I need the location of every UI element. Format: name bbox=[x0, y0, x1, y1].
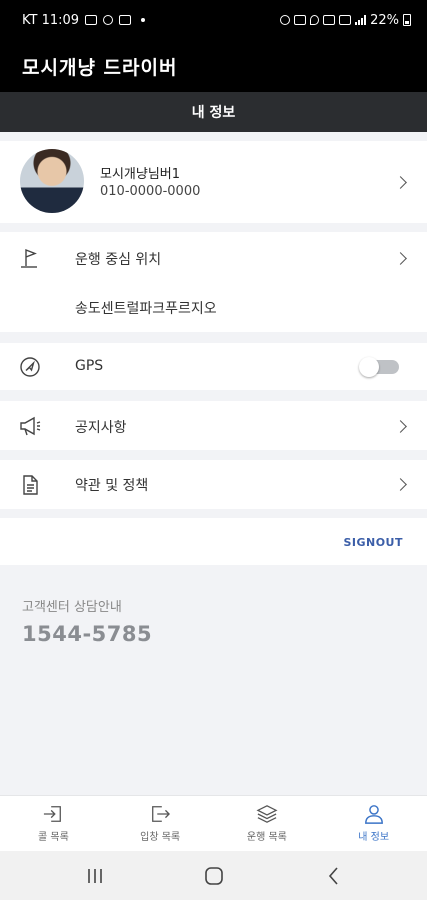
chevron-right-icon bbox=[394, 176, 407, 189]
notice-menu-item[interactable]: 공지사항 bbox=[0, 401, 427, 450]
signal-icon bbox=[355, 15, 367, 25]
system-nav-bar bbox=[0, 851, 427, 900]
user-icon bbox=[364, 805, 383, 824]
layers-icon bbox=[256, 805, 278, 823]
volte-icon bbox=[323, 15, 336, 25]
wifi-icon bbox=[339, 15, 352, 25]
chevron-right-icon bbox=[394, 478, 407, 491]
terms-menu-item[interactable]: 약관 및 정책 bbox=[0, 460, 427, 509]
page-title: 내 정보 bbox=[0, 92, 427, 132]
profile-phone: 010-0000-0000 bbox=[100, 184, 201, 199]
chevron-right-icon bbox=[394, 252, 407, 265]
location-icon bbox=[310, 15, 320, 25]
toggle-knob bbox=[359, 357, 379, 377]
customer-center-label: 고객센터 상담안내 bbox=[22, 600, 122, 615]
tab-drive-list[interactable]: 운행 목록 bbox=[214, 796, 321, 852]
message-icon bbox=[119, 15, 132, 25]
terms-label: 약관 및 정책 bbox=[75, 478, 149, 494]
tab-my-info[interactable]: 내 정보 bbox=[320, 796, 427, 852]
battery-percent: 22% bbox=[370, 12, 399, 28]
tab-call-list[interactable]: 콜 목록 bbox=[0, 796, 107, 852]
navigation-icon bbox=[20, 357, 40, 377]
signout-area: SIGNOUT bbox=[0, 518, 427, 565]
bottom-tab-bar: 콜 목록 입창 목록 운행 목록 내 정보 bbox=[0, 795, 427, 852]
chevron-right-icon bbox=[394, 420, 407, 433]
flag-icon bbox=[21, 248, 37, 268]
back-icon[interactable] bbox=[314, 863, 354, 889]
gps-label: GPS bbox=[75, 358, 104, 374]
recent-apps-icon[interactable] bbox=[75, 863, 115, 889]
status-bar: KT 11:09 22% bbox=[0, 0, 427, 40]
gps-card: GPS bbox=[0, 343, 427, 390]
profile-card[interactable]: 모시개냥님버1 010-0000-0000 bbox=[0, 141, 427, 223]
carrier-time: KT 11:09 bbox=[22, 12, 80, 28]
tab-label: 콜 목록 bbox=[37, 832, 69, 843]
gps-toggle[interactable] bbox=[359, 357, 399, 377]
mute-icon bbox=[294, 15, 307, 25]
operation-center-card[interactable]: 운행 중심 위치 송도센트럴파크푸르지오 bbox=[0, 232, 427, 332]
app-title: 모시개냥 드라이버 bbox=[0, 40, 427, 92]
login-icon bbox=[44, 806, 62, 822]
battery-icon bbox=[403, 14, 411, 26]
notice-label: 공지사항 bbox=[75, 420, 127, 436]
home-icon[interactable] bbox=[194, 863, 234, 889]
notification-dot-icon bbox=[141, 18, 146, 22]
avatar bbox=[20, 149, 84, 213]
operation-center-value: 송도센트럴파크푸르지오 bbox=[75, 301, 217, 317]
megaphone-icon bbox=[20, 416, 41, 436]
signout-button[interactable]: SIGNOUT bbox=[343, 536, 403, 549]
operation-center-label: 운행 중심 위치 bbox=[75, 252, 162, 268]
customer-center-phone[interactable]: 1544-5785 bbox=[22, 622, 152, 646]
tab-label: 입창 목록 bbox=[140, 832, 181, 843]
document-icon bbox=[23, 475, 38, 495]
profile-name: 모시개냥님버1 bbox=[100, 167, 181, 182]
gallery-icon bbox=[85, 15, 98, 25]
tab-entry-list[interactable]: 입창 목록 bbox=[107, 796, 214, 852]
alarm-icon bbox=[280, 15, 291, 25]
call-icon bbox=[103, 15, 114, 25]
tab-label: 운행 목록 bbox=[246, 832, 287, 843]
tab-label: 내 정보 bbox=[358, 832, 390, 843]
logout-icon bbox=[152, 806, 171, 822]
